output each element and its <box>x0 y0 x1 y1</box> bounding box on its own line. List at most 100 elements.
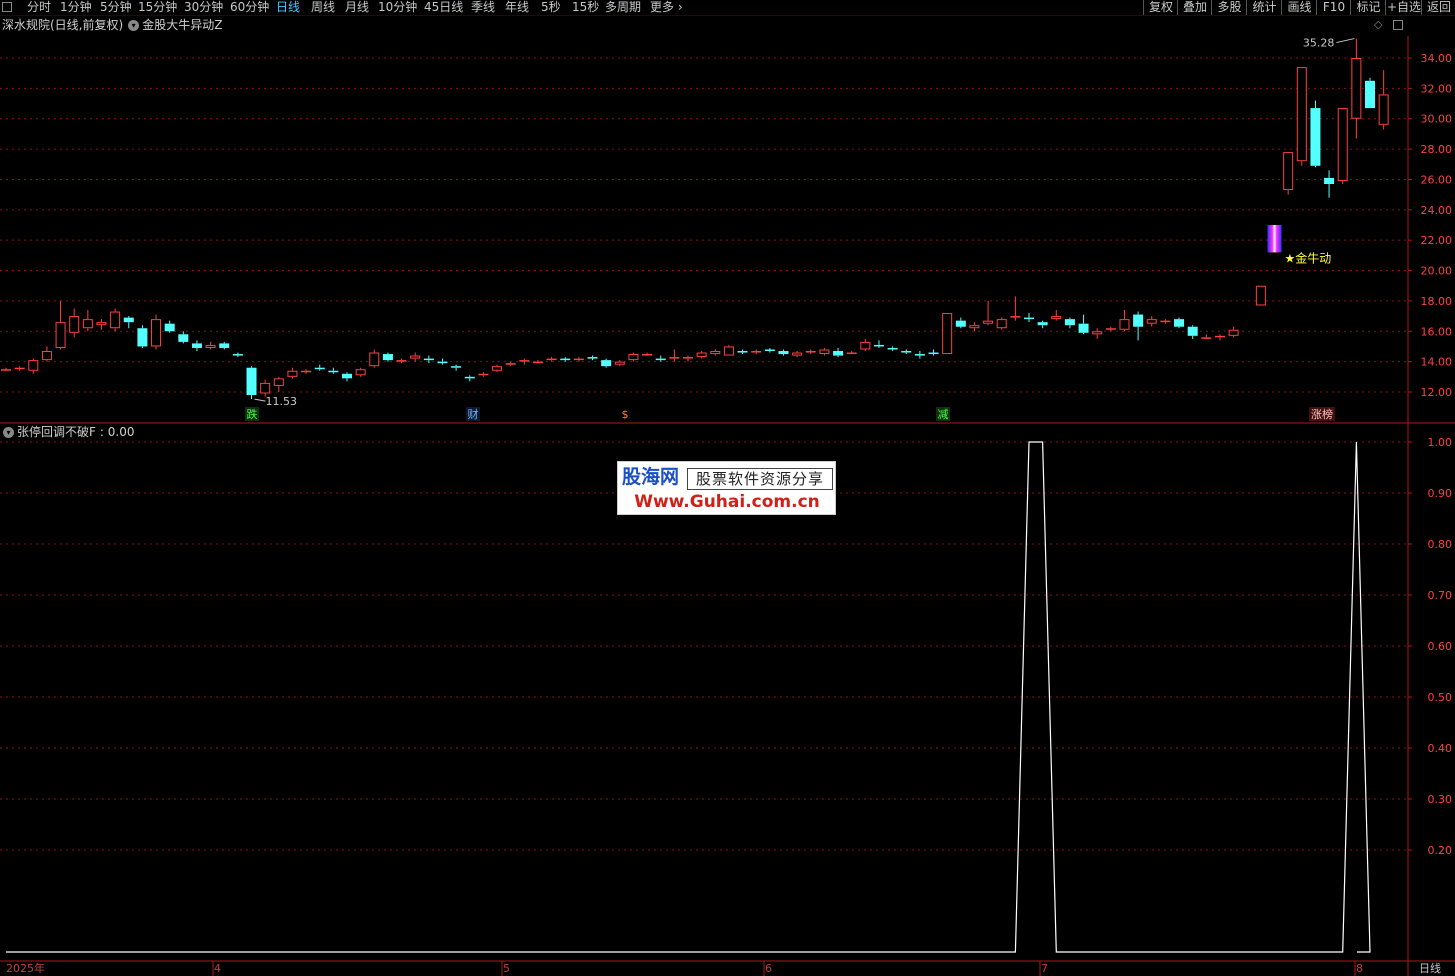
candle-body-down <box>778 351 789 355</box>
candle-body-down <box>437 361 448 364</box>
date-axis-month-8: 8 <box>1356 962 1363 975</box>
candle-body-up <box>846 352 857 355</box>
candle-body-up <box>792 352 803 356</box>
candle-body-down <box>191 343 202 348</box>
candle-body-down <box>833 351 844 356</box>
candle-body-up <box>287 370 298 377</box>
candle-body-down <box>382 354 393 361</box>
candle-body-up <box>41 351 52 361</box>
candle-body-down <box>655 358 666 361</box>
price-tick-label: 24.00 <box>1421 204 1453 217</box>
candle-body-down <box>137 328 148 347</box>
candle-body-up <box>805 351 816 353</box>
candle-body-up <box>505 363 516 365</box>
price-tick-label: 26.00 <box>1421 173 1453 186</box>
candle-body-up <box>1 369 11 371</box>
price-tick-label: 22.00 <box>1421 234 1453 247</box>
candle-body-up <box>492 366 503 371</box>
price-tick-label: 34.00 <box>1421 52 1453 65</box>
date-axis-year: 2025年 <box>6 962 45 975</box>
indicator-tick-label: 0.50 <box>1428 691 1453 704</box>
event-marker-1: 财 <box>468 407 479 421</box>
candle-body-up <box>369 352 380 367</box>
candle-body-up <box>69 316 80 333</box>
candle-body-down <box>123 317 134 323</box>
candle-body-up <box>942 313 953 355</box>
candle-body-up <box>628 354 639 361</box>
date-axis-month-7: 7 <box>1041 962 1048 975</box>
candle-body-up <box>642 354 653 356</box>
candle-body-up <box>1051 316 1062 320</box>
candle-body-down <box>1310 108 1321 166</box>
candle-body-down <box>1078 323 1089 333</box>
candle-body-down <box>1365 80 1375 109</box>
candle-body-down <box>219 343 230 348</box>
event-marker-3: 减 <box>938 408 949 421</box>
candle-body-up <box>1296 67 1307 162</box>
candle-body-up <box>1119 319 1130 330</box>
price-tick-label: 18.00 <box>1421 295 1453 308</box>
period-label[interactable]: 日线 <box>1409 962 1455 976</box>
candle-body-down <box>246 367 257 396</box>
candle-body-down <box>887 347 898 350</box>
price-tick-label: 28.00 <box>1421 143 1453 156</box>
candle-body-up <box>1105 328 1116 330</box>
candle-body-up <box>55 322 66 348</box>
candle-body-up <box>996 319 1007 329</box>
candle-body-down <box>164 323 175 332</box>
date-axis-month-5: 5 <box>503 962 510 975</box>
event-marker-2: $ <box>622 408 629 421</box>
candle-body-up <box>1283 152 1294 191</box>
candle-body-down <box>1037 322 1048 326</box>
candle-body-down <box>464 376 475 379</box>
candle-body-down <box>423 358 434 361</box>
indicator-tick-label: 0.60 <box>1428 640 1453 653</box>
candle-body-up <box>1010 316 1021 318</box>
candle-body-up <box>1092 331 1103 335</box>
candle-body-up <box>1337 108 1348 181</box>
indicator-tick-label: 0.40 <box>1428 742 1453 755</box>
candle-body-down <box>328 370 339 373</box>
candle-body-down <box>1024 317 1034 320</box>
price-tick-label: 32.00 <box>1421 82 1453 95</box>
candle-body-down <box>560 358 571 361</box>
candle-body-down <box>914 354 925 356</box>
candle-body-up <box>1201 337 1212 339</box>
candle-body-up <box>819 349 830 355</box>
candle-body-up <box>573 358 584 361</box>
candle-body-up <box>82 319 93 329</box>
candle-body-up <box>110 311 121 329</box>
candle-body-up <box>710 351 721 355</box>
candle-body-down <box>1174 319 1185 327</box>
watermark-slogan: 股票软件资源分享 <box>687 468 833 490</box>
candle-body-up <box>28 360 39 371</box>
watermark-url: Www.Guhai.com.cn <box>634 492 820 512</box>
price-tick-label: 14.00 <box>1421 356 1453 369</box>
candle-body-up <box>1146 319 1157 324</box>
price-tick-label: 12.00 <box>1421 386 1453 399</box>
candle-body-down <box>1064 319 1075 326</box>
candle-body-up <box>614 361 625 365</box>
min-price-arrow <box>254 398 266 402</box>
signal-candle <box>1267 225 1282 253</box>
candle-body-up <box>751 351 762 353</box>
candle-body-down <box>1324 177 1335 185</box>
candle-body-down <box>737 351 748 353</box>
candle-body-up <box>273 378 284 386</box>
candle-body-down <box>342 373 352 379</box>
min-price-label: 11.53 <box>266 395 298 408</box>
candle-body-up <box>205 344 216 348</box>
candle-body-up <box>1351 58 1362 119</box>
candle-body-up <box>669 357 680 359</box>
candle-body-up <box>546 358 557 361</box>
candle-body-down <box>955 320 966 327</box>
candle-body-down <box>178 334 189 342</box>
candle-body-up <box>532 361 543 364</box>
signal-label: ★金牛动 <box>1285 250 1332 265</box>
candle-body-up <box>983 320 994 324</box>
indicator-tick-label: 1.00 <box>1428 436 1453 449</box>
price-tick-label: 16.00 <box>1421 325 1453 338</box>
candle-body-down <box>901 351 912 353</box>
candle-body-up <box>355 369 366 376</box>
candle-body-down <box>1187 326 1198 336</box>
